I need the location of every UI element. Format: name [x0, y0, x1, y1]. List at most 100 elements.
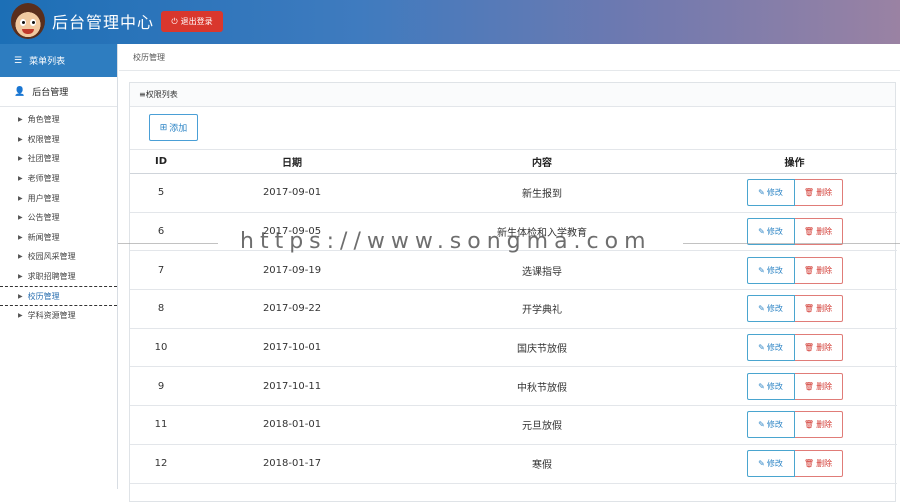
sidebar-item[interactable]: ▶ 新闻管理 — [0, 228, 117, 248]
delete-button[interactable]: 🗑 删除 — [794, 450, 843, 478]
edit-button[interactable]: ✎ 修改 — [746, 256, 795, 284]
edit-button[interactable]: ✎ 修改 — [746, 179, 795, 207]
cell-date: 2017-10-01 — [192, 328, 392, 368]
edit-button[interactable]: ✎ 修改 — [746, 372, 795, 400]
delete-label: 删除 — [816, 227, 833, 237]
delete-button[interactable]: 🗑 删除 — [794, 179, 843, 207]
cell-date: 2017-10-11 — [192, 366, 392, 407]
sidebar-item[interactable]: ▶ 学科资源管理 — [0, 306, 117, 326]
sidebar-item[interactable]: ▶ 角色管理 — [0, 110, 117, 130]
panel-toolbar: ⊞ 添加 — [130, 107, 895, 149]
sidebar-item-label: 老师管理 — [27, 174, 60, 184]
sidebar-section-admin[interactable]: 👤 后台管理 — [0, 77, 117, 107]
header-ops: 操作 — [692, 149, 897, 174]
edit-label: 修改 — [766, 343, 783, 353]
delete-button[interactable]: 🗑 删除 — [794, 218, 843, 246]
caret-right-icon: ▶ — [18, 292, 23, 300]
table-row: 6 2017-09-05 新生体检和入学教育 ✎ 修改 🗑 删除 — [130, 212, 897, 252]
cell-id: 7 — [130, 250, 192, 291]
cell-content: 新生报到 — [392, 173, 692, 213]
table-header-row: ID 日期 内容 操作 — [130, 149, 897, 174]
watermark-line-right — [683, 243, 900, 244]
sidebar-item-label: 角色管理 — [27, 115, 60, 125]
add-icon: ⊞ — [159, 122, 168, 133]
cell-ops: ✎ 修改 🗑 删除 — [692, 328, 897, 368]
cell-ops: ✎ 修改 🗑 删除 — [692, 366, 897, 407]
delete-button[interactable]: 🗑 删除 — [794, 372, 843, 400]
trash-icon: 🗑 — [803, 304, 815, 314]
edit-icon: ✎ — [758, 304, 765, 314]
header-date: 日期 — [192, 149, 392, 174]
cell-ops: ✎ 修改 🗑 删除 — [692, 212, 897, 252]
edit-icon: ✎ — [758, 265, 765, 275]
cell-content: 寒假 — [392, 444, 692, 484]
cell-content: 中秋节放假 — [392, 366, 692, 407]
delete-label: 删除 — [816, 265, 833, 275]
trash-icon: 🗑 — [803, 420, 815, 430]
panel-header: ≡权限列表 — [130, 83, 895, 107]
sidebar-item[interactable]: ▶ 权限管理 — [0, 130, 117, 150]
cell-id: 11 — [130, 405, 192, 445]
user-icon: 👤 — [14, 86, 26, 97]
delete-button[interactable]: 🗑 删除 — [794, 334, 843, 362]
edit-label: 修改 — [766, 227, 783, 237]
table-row: 7 2017-09-19 选课指导 ✎ 修改 🗑 删除 — [130, 250, 897, 291]
table-row: 10 2017-10-01 国庆节放假 ✎ 修改 🗑 删除 — [130, 328, 897, 368]
edit-button[interactable]: ✎ 修改 — [746, 450, 795, 478]
cell-date: 2017-09-05 — [192, 212, 392, 252]
cell-ops: ✎ 修改 🗑 删除 — [692, 405, 897, 445]
header-id: ID — [130, 149, 192, 174]
top-header: 后台管理中心 ⏻ 退出登录 — [0, 0, 900, 44]
sidebar-item-label: 用户管理 — [27, 193, 60, 203]
caret-right-icon: ▶ — [18, 175, 23, 183]
caret-right-icon: ▶ — [18, 194, 23, 202]
sidebar-item[interactable]: ▶ 用户管理 — [0, 188, 117, 208]
delete-button[interactable]: 🗑 删除 — [794, 411, 843, 439]
edit-icon: ✎ — [758, 343, 765, 353]
cell-content: 选课指导 — [392, 250, 692, 291]
sidebar-item[interactable]: ▶ 社团管理 — [0, 149, 117, 169]
calendar-panel: ≡权限列表 ⊞ 添加 ID 日期 内容 操作 5 2017-09-01 新生报到 ✎ 修… — [129, 82, 897, 502]
sidebar-section-title: 后台管理 — [32, 88, 69, 98]
cell-date: 2018-01-01 — [192, 405, 392, 445]
edit-button[interactable]: ✎ 修改 — [746, 218, 795, 246]
add-button[interactable]: ⊞ 添加 — [149, 114, 198, 141]
delete-button[interactable]: 🗑 删除 — [794, 256, 843, 284]
avatar — [11, 3, 45, 39]
delete-label: 删除 — [816, 459, 833, 469]
edit-label: 修改 — [766, 459, 783, 469]
trash-icon: 🗑 — [803, 188, 815, 198]
add-label: 添加 — [169, 124, 188, 134]
cell-content: 国庆节放假 — [392, 328, 692, 368]
sidebar-menu-list: ▶ 角色管理 ▶ 权限管理 ▶ 社团管理 ▶ 老师管理 ▶ 用户管理 ▶ 公告管理 ▶ 新闻管理 ▶ 校园风采… — [0, 107, 117, 326]
logout-button[interactable]: ⏻ 退出登录 — [161, 11, 223, 32]
edit-button[interactable]: ✎ 修改 — [746, 295, 795, 323]
sidebar-item-label: 社团管理 — [27, 154, 60, 164]
trash-icon: 🗑 — [803, 265, 815, 275]
table-row: 11 2018-01-01 元旦放假 ✎ 修改 🗑 删除 — [130, 405, 897, 445]
breadcrumb-current: 校历管理 — [133, 52, 165, 62]
panel-title: ≡权限列表 — [139, 90, 178, 99]
edit-label: 修改 — [766, 304, 783, 314]
sidebar: ☰ 菜单列表 👤 后台管理 ▶ 角色管理 ▶ 权限管理 ▶ 社团管理 ▶ 老师管理 ▶ 用户管理 ▶… — [0, 44, 118, 489]
cell-date: 2017-09-19 — [192, 250, 392, 291]
sidebar-item[interactable]: ▶ 求职招聘管理 — [0, 267, 117, 287]
sidebar-item[interactable]: ▶ 校园风采管理 — [0, 247, 117, 267]
sidebar-item-label: 校园风采管理 — [27, 252, 76, 262]
caret-right-icon: ▶ — [18, 116, 23, 124]
edit-icon: ✎ — [758, 381, 765, 391]
edit-label: 修改 — [766, 381, 783, 391]
cell-ops: ✎ 修改 🗑 删除 — [692, 173, 897, 213]
edit-button[interactable]: ✎ 修改 — [746, 411, 795, 439]
sidebar-item[interactable]: ▶ 公告管理 — [0, 208, 117, 228]
sidebar-item[interactable]: ▶ 老师管理 — [0, 169, 117, 189]
trash-icon: 🗑 — [803, 459, 815, 469]
cell-id: 8 — [130, 289, 192, 329]
cell-content: 元旦放假 — [392, 405, 692, 445]
cell-id: 6 — [130, 212, 192, 252]
sidebar-item[interactable]: ▶ 校历管理 — [0, 286, 117, 306]
table-body: 5 2017-09-01 新生报到 ✎ 修改 🗑 删除 6 2017-09-05 新生体检和入学教… — [130, 173, 897, 484]
app-title: 后台管理中心 — [52, 13, 155, 32]
delete-button[interactable]: 🗑 删除 — [794, 295, 843, 323]
edit-button[interactable]: ✎ 修改 — [746, 334, 795, 362]
